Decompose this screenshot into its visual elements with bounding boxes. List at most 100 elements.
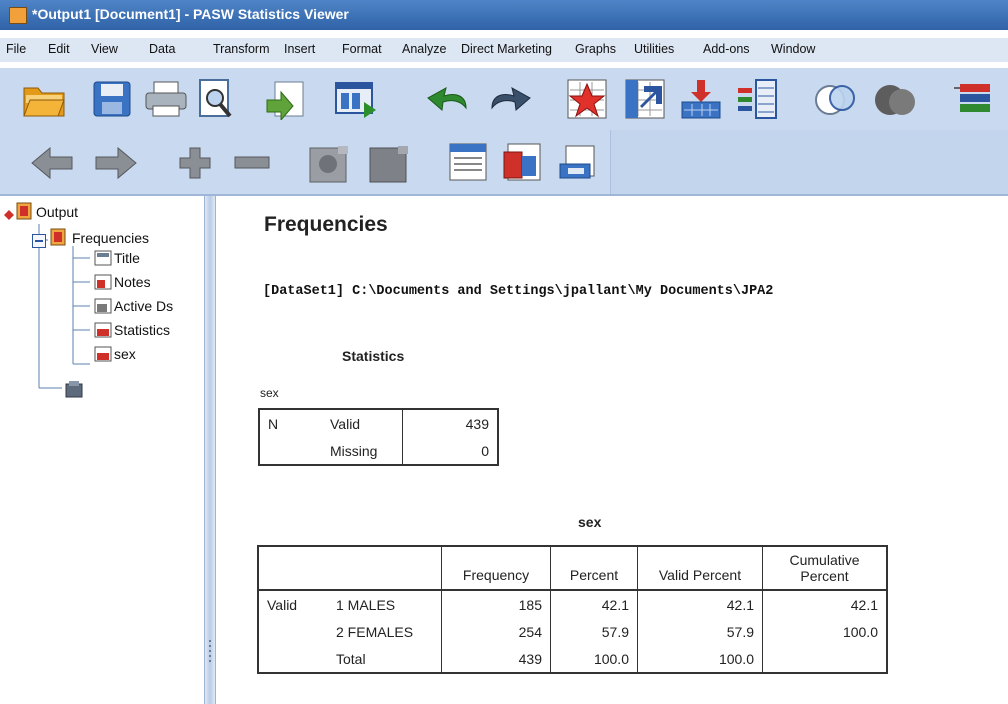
cell-valid-percent: 42.1 [637, 590, 763, 618]
dataset-path: [DataSet1] C:\Documents and Settings\jpa… [263, 284, 774, 299]
notes-item-icon [94, 274, 112, 295]
outline-toolbar [0, 130, 1008, 196]
menu-transform[interactable]: Transform [213, 42, 270, 56]
table-row: N Valid 439 [259, 409, 498, 437]
table-row: Total 439 100.0 100.0 [258, 645, 887, 673]
table-row: 2 FEMALES 254 57.9 57.9 100.0 [258, 618, 887, 645]
tree-item-active-dataset[interactable]: Active Ds [114, 298, 173, 314]
hide-icon[interactable] [368, 144, 412, 189]
menu-analyze[interactable]: Analyze [402, 42, 446, 56]
header-empty [328, 546, 442, 591]
menu-utilities[interactable]: Utilities [634, 42, 674, 56]
cell-cumulative: 100.0 [762, 618, 887, 645]
cell-cumulative: 42.1 [762, 590, 887, 618]
cell-cumulative [762, 645, 887, 673]
missing-label: Missing [330, 442, 378, 459]
value-labels-icon[interactable] [952, 80, 996, 123]
expand-icon[interactable] [178, 146, 212, 185]
active-marker-icon [4, 207, 14, 225]
insert-cases-icon[interactable] [680, 78, 722, 125]
menu-graphs[interactable]: Graphs [575, 42, 616, 56]
weight-cases-icon[interactable] [874, 80, 918, 123]
statistics-item-icon [94, 322, 112, 343]
print-icon[interactable] [144, 80, 188, 123]
missing-value: 0 [402, 437, 498, 465]
statistics-variable: sex [260, 386, 279, 400]
log-item-icon[interactable] [64, 380, 84, 403]
back-icon[interactable] [30, 146, 74, 185]
cell-frequency: 439 [441, 645, 551, 673]
menu-data[interactable]: Data [149, 42, 175, 56]
cell-percent: 100.0 [550, 645, 638, 673]
header-empty [258, 546, 328, 591]
table-header-row: Frequency Percent Valid Percent Cumulati… [258, 546, 887, 591]
output-content: Frequencies [DataSet1] C:\Documents and … [216, 196, 1008, 704]
tree-node-output[interactable]: Output [36, 204, 78, 220]
output-book-icon[interactable] [16, 202, 32, 225]
show-icon[interactable] [308, 144, 352, 189]
active-dataset-item-icon [94, 298, 112, 319]
empty-cell [258, 645, 328, 673]
header-percent: Percent [550, 546, 638, 591]
tree-item-title[interactable]: Title [114, 250, 140, 266]
valid-value: 439 [402, 409, 498, 437]
menu-file[interactable]: File [6, 42, 26, 56]
statistics-table: N Valid 439 Missing 0 [258, 408, 499, 466]
export-icon[interactable] [265, 78, 307, 125]
statistics-title: Statistics [342, 348, 405, 364]
menu-insert[interactable]: Insert [284, 42, 315, 56]
menu-format[interactable]: Format [342, 42, 382, 56]
insert-text-icon[interactable] [558, 144, 602, 189]
tree-node-frequencies[interactable]: Frequencies [72, 230, 149, 246]
pane-splitter[interactable] [204, 196, 216, 704]
print-preview-icon[interactable] [196, 78, 236, 125]
row-label: 2 FEMALES [336, 623, 414, 640]
tree-item-sex[interactable]: sex [114, 346, 136, 362]
frequency-table: Frequency Percent Valid Percent Cumulati… [257, 545, 888, 674]
n-label: N [268, 415, 279, 432]
cell-valid-percent: 100.0 [637, 645, 763, 673]
header-valid-percent: Valid Percent [637, 546, 763, 591]
undo-icon[interactable] [426, 84, 470, 119]
row-label: Total [336, 650, 366, 667]
cell-valid-percent: 57.9 [637, 618, 763, 645]
empty-cell [258, 618, 328, 645]
frequencies-book-icon[interactable] [50, 228, 66, 251]
menu-direct-marketing[interactable]: Direct Marketing [461, 42, 552, 56]
redo-icon[interactable] [488, 84, 532, 119]
menu-bar: File Edit View Data Transform Insert For… [0, 38, 1008, 62]
header-cumulative-percent: Cumulative Percent [762, 546, 887, 591]
insert-variable-icon[interactable] [736, 78, 780, 125]
splitter-grip [209, 640, 211, 662]
save-icon[interactable] [92, 80, 132, 123]
menu-add-ons[interactable]: Add-ons [703, 42, 750, 56]
header-frequency: Frequency [441, 546, 551, 591]
menu-window[interactable]: Window [771, 42, 815, 56]
group-label: Valid [267, 596, 298, 613]
split-file-icon[interactable] [814, 80, 858, 123]
output-heading: Frequencies [264, 213, 388, 236]
app-icon [9, 7, 27, 24]
cell-percent: 57.9 [550, 618, 638, 645]
recall-dialog-icon[interactable] [334, 80, 378, 123]
collapse-icon[interactable] [234, 156, 270, 175]
menu-view[interactable]: View [91, 42, 118, 56]
main-toolbar [0, 68, 1008, 130]
sex-item-icon [94, 346, 112, 367]
cell-percent: 42.1 [550, 590, 638, 618]
insert-title-icon[interactable] [502, 142, 546, 189]
tree-item-statistics[interactable]: Statistics [114, 322, 170, 338]
window-title: *Output1 [Document1] - PASW Statistics V… [32, 6, 349, 22]
goto-variable-icon[interactable] [624, 78, 666, 125]
goto-case-icon[interactable] [566, 78, 608, 125]
menu-edit[interactable]: Edit [48, 42, 70, 56]
outline-pane: Output Frequencies Title Notes Active Ds… [0, 196, 204, 704]
cell-frequency: 254 [441, 618, 551, 645]
row-label: 1 MALES [336, 596, 396, 613]
tree-item-notes[interactable]: Notes [114, 274, 151, 290]
valid-label: Valid [330, 415, 361, 432]
open-folder-icon[interactable] [22, 80, 66, 123]
insert-heading-icon[interactable] [448, 142, 490, 189]
forward-icon[interactable] [94, 146, 138, 185]
collapse-toggle-icon[interactable] [32, 234, 46, 253]
